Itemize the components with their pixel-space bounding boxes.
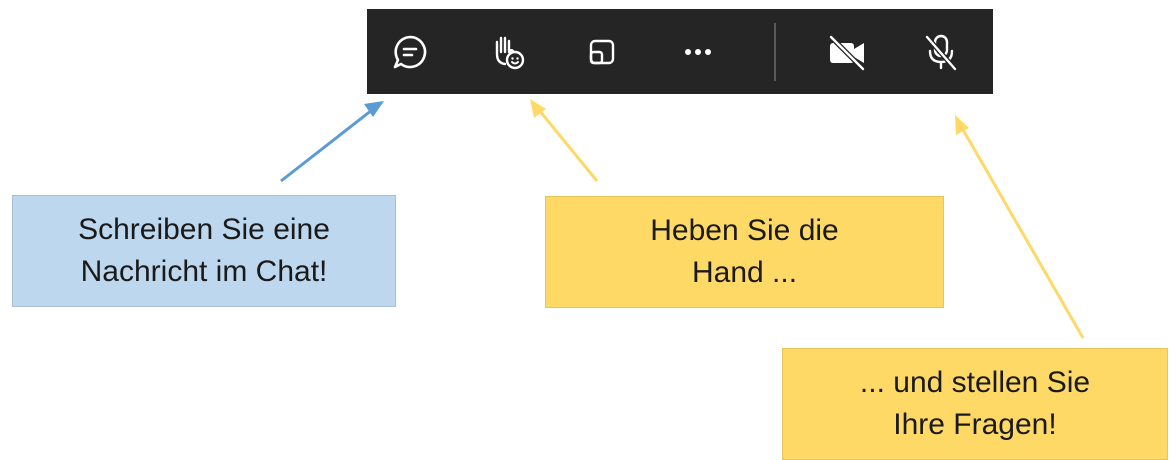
callout-hand-line2: Hand ... — [691, 256, 798, 289]
arrow-hand — [530, 99, 599, 182]
arrow-chat — [280, 101, 384, 183]
callout-chat: Schreiben Sie eine Nachricht im Chat! — [12, 195, 396, 307]
callout-chat-line1: Schreiben Sie eine — [78, 213, 330, 246]
callout-ask-line2: Ihre Fragen! — [893, 408, 1057, 441]
callout-ask-line1: ... und stellen Sie — [859, 366, 1091, 399]
callout-chat-line2: Nachricht im Chat! — [80, 255, 328, 288]
callout-hand: Heben Sie die Hand ... — [545, 196, 944, 308]
callout-ask: ... und stellen Sie Ihre Fragen! — [782, 348, 1168, 460]
arrow-ask — [955, 115, 1085, 339]
callout-hand-line1: Heben Sie die — [650, 214, 839, 247]
